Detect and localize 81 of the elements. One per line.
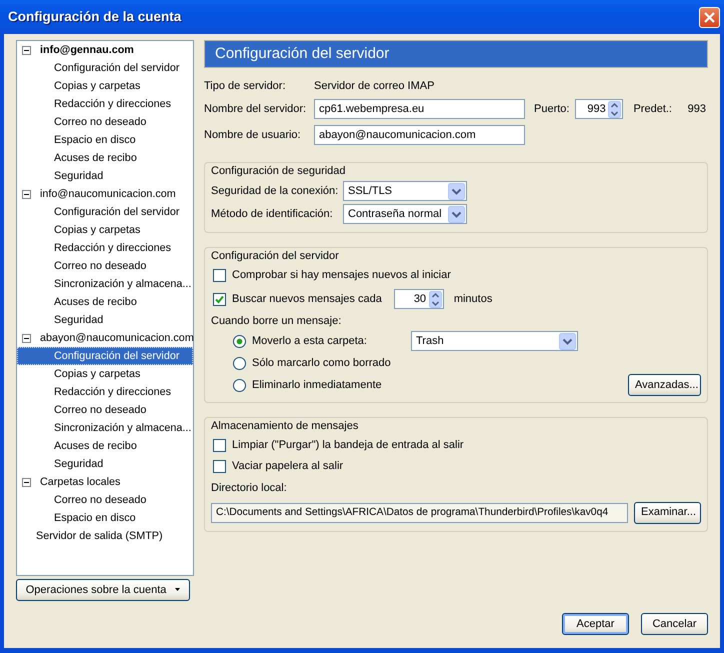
label: Cuando borre un mensaje: xyxy=(211,314,342,329)
spinner-arrows-icon[interactable] xyxy=(428,290,442,308)
input-field[interactable]: cp61.webempresa.eu xyxy=(314,99,525,119)
checkbox[interactable] xyxy=(213,268,226,282)
label: Nombre de usuario: xyxy=(204,128,302,143)
group-title: Configuración del servidor xyxy=(209,248,341,264)
advanced-button[interactable]: Avanzadas... xyxy=(628,374,701,396)
dialog-button[interactable]: Aceptar xyxy=(562,613,629,635)
checkbox-label: Vaciar papelera al salir xyxy=(232,458,344,474)
tree-item[interactable]: Copias y carpetas xyxy=(17,221,193,239)
close-icon xyxy=(703,10,716,24)
panel-header: Configuración del servidor xyxy=(204,40,708,68)
tree-item[interactable]: Redacción y direcciones xyxy=(17,95,193,113)
tree-item[interactable]: Seguridad xyxy=(17,167,193,185)
tree-item[interactable]: info@naucomunicacion.com xyxy=(17,185,193,203)
server-type-value: Servidor de correo IMAP xyxy=(314,78,434,94)
dropdown[interactable]: SSL/TLS xyxy=(343,181,467,201)
number-field[interactable]: 30 xyxy=(394,289,444,309)
label: Nombre del servidor: xyxy=(204,102,308,117)
tree-item[interactable]: Redacción y direcciones xyxy=(17,239,193,257)
label: Puerto: xyxy=(534,102,570,117)
label: Método de identificación: xyxy=(211,206,334,222)
tree-item[interactable]: Correo no deseado xyxy=(17,491,193,509)
radio-button[interactable] xyxy=(233,334,246,348)
tree-item[interactable]: Seguridad xyxy=(17,455,193,473)
tree-item[interactable]: Sincronización y almacena... xyxy=(17,419,193,437)
tree-item[interactable]: Copias y carpetas xyxy=(17,365,193,383)
group-title: Configuración de seguridad xyxy=(209,163,348,180)
unit-label: minutos xyxy=(454,292,492,307)
path-field[interactable]: C:\Documents and Settings\AFRICA\Datos de programa\Thunderbird\Profiles\kav0q4 xyxy=(211,502,628,522)
tree-item[interactable]: Correo no deseado xyxy=(17,401,193,419)
dropdown[interactable]: Contraseña normal xyxy=(343,204,467,224)
checkbox-label: Buscar nuevos mensajes cada xyxy=(232,292,382,307)
number-field[interactable]: 993 xyxy=(575,99,624,119)
radio-button[interactable] xyxy=(233,378,246,392)
tree-item[interactable]: info@gennau.com xyxy=(17,41,193,59)
checkbox-label: Comprobar si hay mensajes nuevos al iniciar xyxy=(232,268,451,283)
tree-item[interactable]: Redacción y direcciones xyxy=(17,383,193,401)
tree-item[interactable]: Carpetas locales xyxy=(17,473,193,491)
tree-item[interactable]: Espacio en disco xyxy=(17,509,193,527)
radio-button[interactable] xyxy=(233,356,246,370)
caret-icon[interactable] xyxy=(175,588,180,592)
tree-item[interactable]: Seguridad xyxy=(17,311,193,329)
radio-label: Moverlo a esta carpeta: xyxy=(252,334,368,349)
spinner-arrows-icon[interactable] xyxy=(608,100,622,118)
collapse-icon[interactable] xyxy=(22,334,31,342)
window-title: Configuración de la cuenta xyxy=(8,8,182,26)
tree-item[interactable]: Configuración del servidor xyxy=(17,203,193,221)
tree-item[interactable]: Configuración del servidor xyxy=(17,59,193,77)
account-actions-button[interactable]: Operaciones sobre la cuenta xyxy=(16,578,190,601)
dropdown[interactable]: Trash xyxy=(411,331,578,351)
tree-item[interactable]: Sincronización y almacena... xyxy=(17,275,193,293)
collapse-icon[interactable] xyxy=(22,478,31,486)
collapse-icon[interactable] xyxy=(22,46,31,54)
default-port-value: 993 xyxy=(688,102,706,117)
label: Directorio local: xyxy=(211,481,287,496)
input-field[interactable]: abayon@naucomunicacion.com xyxy=(314,125,525,145)
label: Tipo de servidor: xyxy=(204,78,287,94)
tree-item[interactable]: abayon@naucomunicacion.com xyxy=(17,329,193,347)
tree-item[interactable]: Acuses de recibo xyxy=(17,149,193,167)
group-title: Almacenamiento de mensajes xyxy=(209,418,360,434)
checkbox[interactable] xyxy=(213,438,226,452)
tree-item[interactable]: Correo no deseado xyxy=(17,113,193,131)
tree-item[interactable]: Correo no deseado xyxy=(17,257,193,275)
dialog-button[interactable]: Cancelar xyxy=(641,613,708,635)
label: Seguridad de la conexión: xyxy=(211,184,340,199)
checkbox[interactable] xyxy=(213,292,226,306)
tree-item[interactable]: Espacio en disco xyxy=(17,131,193,149)
tree-item[interactable]: Configuración del servidor xyxy=(17,347,193,365)
tree-item[interactable]: Acuses de recibo xyxy=(17,293,193,311)
checkbox[interactable] xyxy=(213,460,226,472)
collapse-icon[interactable] xyxy=(22,190,31,198)
radio-label: Eliminarlo inmediatamente xyxy=(252,378,382,393)
tree-item[interactable]: Acuses de recibo xyxy=(17,437,193,455)
radio-label: Sólo marcarlo como borrado xyxy=(252,356,391,371)
tree-item[interactable]: Copias y carpetas xyxy=(17,77,193,95)
label: Predet.: xyxy=(633,102,672,117)
tree-item[interactable]: Servidor de salida (SMTP) xyxy=(17,527,193,545)
close-button[interactable] xyxy=(699,6,720,28)
browse-button[interactable]: Examinar... xyxy=(634,502,701,524)
checkbox-label: Limpiar ("Purgar") la bandeja de entrada al salir xyxy=(232,438,464,453)
